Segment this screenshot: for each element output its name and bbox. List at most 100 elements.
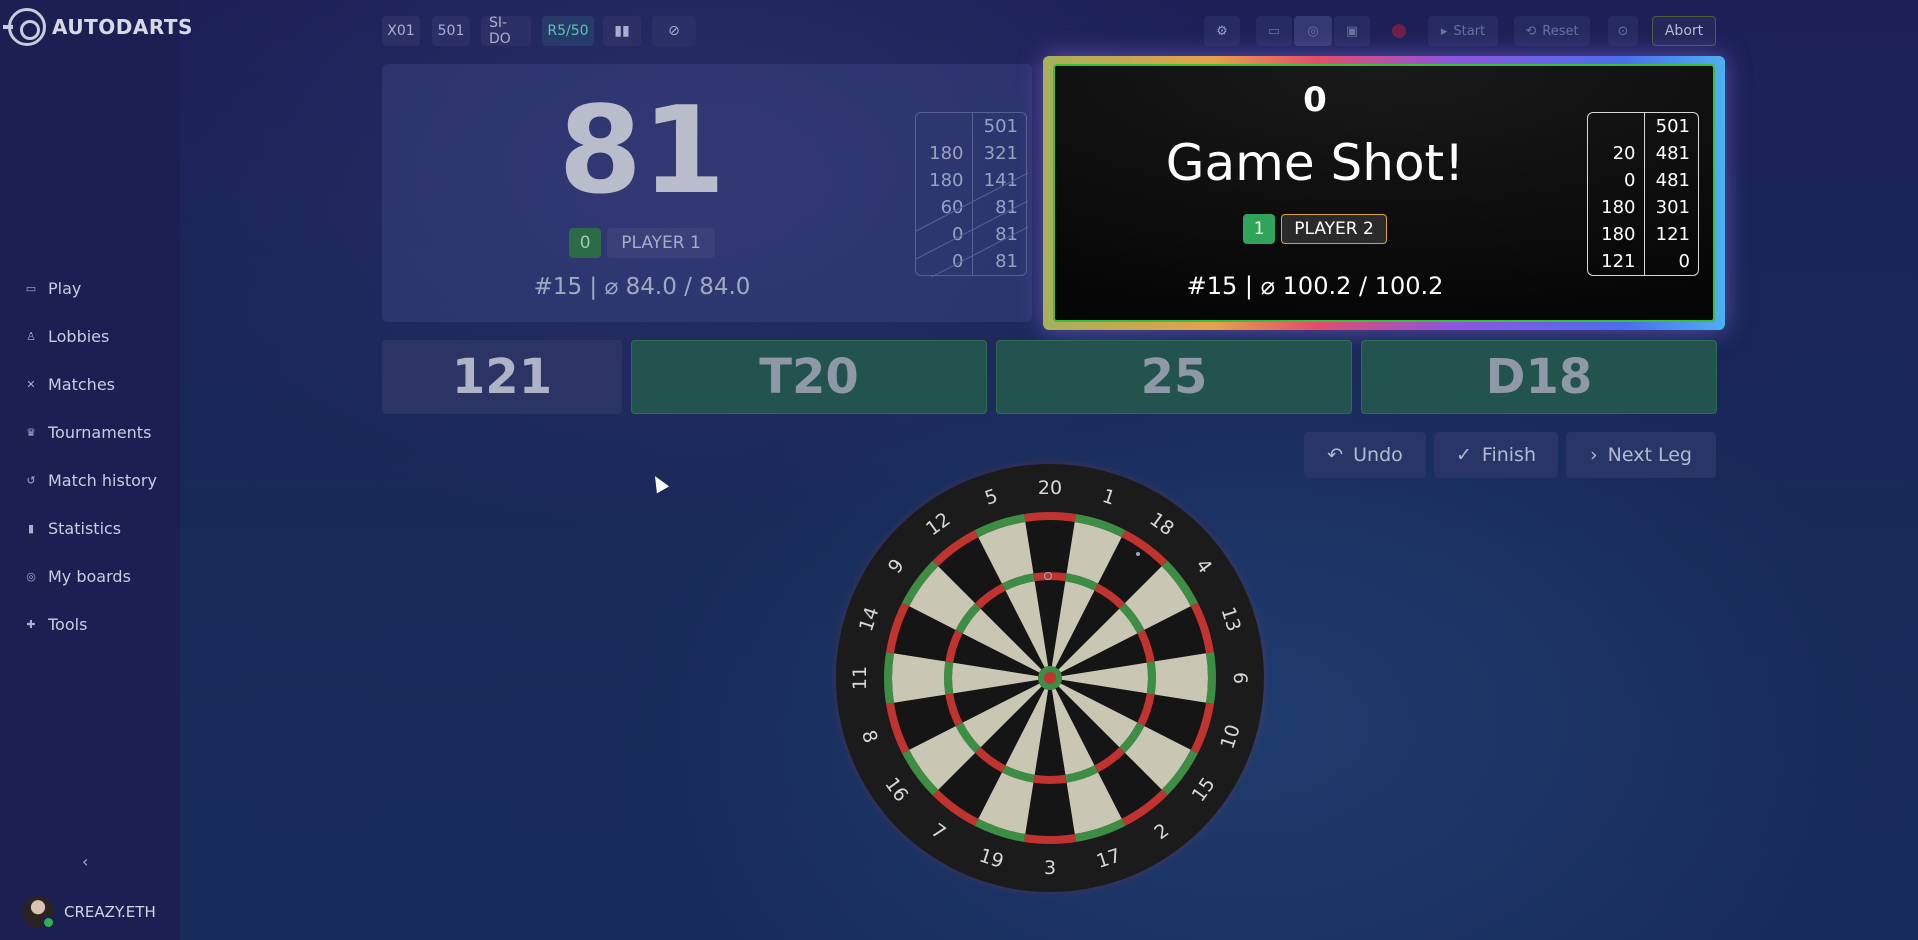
board-segment[interactable] — [1025, 520, 1075, 574]
dart-3[interactable]: D18 — [1361, 340, 1717, 414]
finish-button[interactable]: ✓ Finish — [1434, 432, 1558, 478]
thrown-cell: 0 — [916, 248, 973, 275]
reset-icon: ⟲ — [1525, 23, 1537, 39]
sidebar-item-tools[interactable]: ✚ Tools — [0, 600, 180, 648]
user-profile[interactable]: CREAZY.ETH — [22, 896, 156, 929]
keyboard-icon: ▭ — [1267, 23, 1281, 39]
reset-button[interactable]: ⟲ Reset — [1514, 16, 1590, 46]
score-history-table: 501 180 321 180 141 60 81 0 81 0 81 — [916, 113, 1026, 275]
sidebar-item-statistics[interactable]: ▮ Statistics — [0, 504, 180, 552]
board-number: 3 — [1044, 857, 1056, 879]
stats-button[interactable]: ▮▮ — [603, 16, 641, 46]
remaining-cell: 481 — [1655, 143, 1690, 164]
sidebar-item-match-history[interactable]: ↺ Match history — [0, 456, 180, 504]
dartboard-view-button[interactable]: ◎ — [1294, 16, 1332, 46]
undo-button[interactable]: ↶ Undo — [1304, 432, 1426, 478]
remaining-cell: 81 — [995, 251, 1018, 272]
thrown-cell: 0 — [916, 221, 973, 248]
dartboard[interactable]: 20 11841361015217319716811149125 — [830, 458, 1270, 898]
trophy-icon: ♛ — [26, 425, 36, 439]
bar-chart-icon: ▮▮ — [614, 23, 630, 39]
player1-legs-badge: 0 — [569, 228, 602, 258]
table-row: 180 121 — [1588, 221, 1698, 248]
remaining-cell: 141 — [983, 170, 1018, 191]
sidebar: AUTODARTS ▭ Play ♙ Lobbies ✕ Matches ♛ Tourn… — [0, 0, 192, 940]
crosshair-icon: ⊙ — [1617, 23, 1629, 39]
sidebar-item-label: Match history — [48, 470, 157, 490]
sidebar-item-label: My boards — [48, 566, 131, 586]
table-row: 180 141 — [916, 167, 1026, 194]
remaining-cell: 501 — [1655, 116, 1690, 137]
board-view-button[interactable]: ▭ — [1256, 16, 1292, 46]
collapse-sidebar-button[interactable]: ‹ — [82, 852, 88, 871]
thrown-cell: 180 — [916, 167, 973, 194]
start-button[interactable]: ▸ Start — [1428, 16, 1498, 46]
undo-icon: ↶ — [1327, 444, 1344, 466]
next-leg-button[interactable]: › Next Leg — [1566, 432, 1716, 478]
sidebar-item-label: Statistics — [48, 518, 122, 538]
undo-label: Undo — [1353, 444, 1403, 466]
rounds-tag: R5/50 — [542, 16, 594, 46]
table-row: 180 301 — [1588, 194, 1698, 221]
view-toggle-button[interactable]: ⊘ — [652, 16, 696, 46]
thrown-cell: 180 — [1588, 221, 1645, 248]
sidebar-item-tournaments[interactable]: ♛ Tournaments — [0, 408, 180, 456]
in-out-mode-tag: SI-DO — [481, 15, 531, 47]
start-label: Start — [1453, 23, 1486, 39]
remaining-cell: 481 — [1655, 170, 1690, 191]
sidebar-item-label: Lobbies — [48, 326, 110, 346]
dart-1[interactable]: T20 — [631, 340, 987, 414]
sidebar-item-label: Play — [48, 278, 82, 298]
next-leg-label: Next Leg — [1607, 444, 1692, 466]
board-number: 6 — [1229, 672, 1251, 684]
player2-score: 0 — [1303, 80, 1327, 120]
sidebar-item-matches[interactable]: ✕ Matches — [0, 360, 180, 408]
sidebar-item-play[interactable]: ▭ Play — [0, 264, 180, 312]
table-row: 501 — [916, 113, 1026, 140]
sidebar-item-label: Tournaments — [48, 422, 152, 442]
player1-score-history: 501 180 321 180 141 60 81 0 81 0 81 — [915, 112, 1028, 277]
player2-name: PLAYER 2 — [1281, 214, 1387, 244]
calibrate-button[interactable]: ⊙ — [1608, 16, 1638, 46]
bullseye[interactable] — [1044, 672, 1056, 684]
thrown-cell — [1588, 113, 1645, 140]
player2-score-history: 501 20 481 0 481 180 301 180 121 121 0 — [1587, 112, 1699, 276]
gamepad-icon: ▭ — [25, 281, 37, 295]
bar-chart-icon: ▮ — [27, 521, 35, 535]
sidebar-item-label: Tools — [48, 614, 88, 634]
status-dot-icon — [1392, 24, 1406, 38]
mouse-cursor — [648, 472, 670, 494]
chevron-right-icon: › — [1590, 444, 1598, 466]
board-segment[interactable] — [944, 661, 954, 695]
puzzle-icon: ✚ — [26, 617, 36, 631]
player2-card: 0 Game Shot! 1 PLAYER 2 #15 | ⌀ 100.2 / … — [1053, 64, 1715, 322]
target-icon: ◎ — [26, 569, 36, 583]
sidebar-item-my-boards[interactable]: ◎ My boards — [0, 552, 180, 600]
board-status-indicator — [1386, 16, 1412, 46]
target-icon: ◎ — [1307, 23, 1319, 39]
app-logo[interactable]: AUTODARTS — [3, 8, 193, 46]
remaining-cell: 501 — [983, 116, 1018, 137]
board-segment[interactable] — [1154, 653, 1208, 703]
abort-button[interactable]: Abort — [1652, 16, 1716, 46]
thrown-cell: 180 — [1588, 194, 1645, 221]
sidebar-nav: ▭ Play ♙ Lobbies ✕ Matches ♛ Tournaments ↺ Ma… — [0, 264, 180, 648]
score-history-table: 501 20 481 0 481 180 301 180 121 121 0 — [1588, 113, 1698, 275]
sidebar-item-lobbies[interactable]: ♙ Lobbies — [0, 312, 180, 360]
dart-2[interactable]: 25 — [996, 340, 1352, 414]
autodarts-logo-icon — [3, 8, 46, 46]
game-mode-tag: X01 — [382, 16, 420, 46]
remaining-cell: 121 — [1655, 224, 1690, 245]
board-segment[interactable] — [892, 653, 946, 703]
board-segment[interactable] — [1025, 782, 1075, 836]
thrown-cell: 60 — [916, 194, 973, 221]
player1-score: 81 — [558, 82, 726, 221]
sidebar-item-label: Matches — [48, 374, 115, 394]
settings-button[interactable]: ⚙ — [1204, 16, 1240, 46]
board-segment[interactable] — [1033, 774, 1067, 784]
player2-badges: 1 PLAYER 2 — [1055, 214, 1575, 244]
check-icon: ✓ — [1455, 444, 1472, 466]
thrown-cell: 121 — [1588, 248, 1645, 275]
board-segment[interactable] — [1146, 661, 1156, 695]
camera-view-button[interactable]: ▣ — [1334, 16, 1370, 46]
